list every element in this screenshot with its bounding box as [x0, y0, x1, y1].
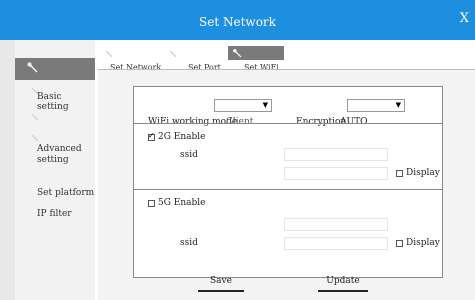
5g-enable-checkbox[interactable] [148, 200, 155, 207]
5g-ssid-label: ssid [180, 238, 198, 248]
save-button[interactable]: Save [198, 276, 244, 292]
2g-enable-label: 2G Enable [158, 132, 206, 142]
wifi-settings-panel: ▼ ▼ WiFi working mode Client Encryption … [133, 86, 443, 278]
5g-password-input[interactable] [284, 218, 388, 231]
working-mode-value: Client [226, 117, 254, 127]
working-mode-label: WiFi working mode [148, 117, 238, 127]
update-button[interactable]: Update [318, 276, 368, 292]
section-divider [134, 123, 442, 124]
title-bar: Set Network X [0, 0, 475, 40]
chevron-down-icon: ▼ [262, 101, 268, 109]
encryption-select[interactable]: ▼ [347, 99, 405, 112]
tab-bar: Set Network Set Port Set WiFi [98, 40, 475, 72]
2g-ssid-label: ssid [180, 150, 198, 160]
tab-active-indicator [228, 46, 284, 60]
2g-display-label: Display [406, 168, 440, 178]
working-mode-select[interactable]: ▼ [214, 99, 272, 112]
2g-password-input[interactable] [284, 167, 388, 180]
window-title: Set Network [199, 15, 276, 29]
2g-display-checkbox[interactable] [396, 170, 403, 177]
sidebar-item-ip-filter[interactable]: IP filter [37, 209, 72, 219]
section-divider [134, 189, 442, 190]
2g-enable-checkbox[interactable]: ✓ [148, 131, 155, 141]
encryption-label: Encryption [296, 117, 347, 127]
close-button[interactable]: X [460, 11, 469, 26]
wrench-icon [27, 62, 39, 74]
check-icon: ✓ [148, 131, 155, 140]
sidebar: Basic setting Advanced setting Set platf… [15, 40, 95, 300]
2g-ssid-input[interactable] [284, 148, 388, 161]
sidebar-item-basic-setting[interactable]: Basic setting [37, 92, 95, 112]
chevron-down-icon: ▼ [395, 101, 401, 109]
sidebar-item-advanced-setting[interactable]: Advanced setting [37, 144, 93, 166]
5g-display-label: Display [406, 238, 440, 248]
5g-ssid-input[interactable] [284, 237, 388, 250]
left-strip [0, 40, 15, 300]
faint-icon [106, 51, 112, 57]
5g-display-checkbox[interactable] [396, 240, 403, 247]
faint-icon [32, 114, 38, 120]
faint-icon [32, 135, 38, 141]
faint-icon [170, 51, 176, 57]
sidebar-active-item[interactable] [15, 58, 95, 80]
sidebar-item-set-platform[interactable]: Set platform [37, 188, 94, 198]
5g-enable-label: 5G Enable [158, 198, 206, 208]
encryption-value: AUTO [340, 117, 368, 127]
wrench-icon [233, 49, 242, 58]
